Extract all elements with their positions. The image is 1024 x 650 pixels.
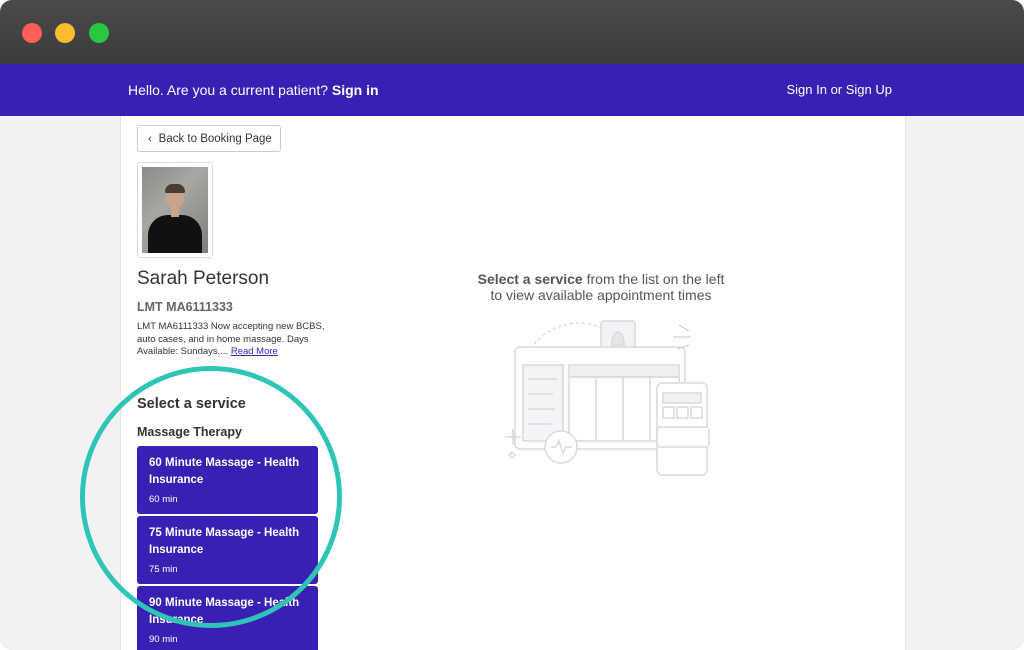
top-navbar: Hello. Are you a current patient? Sign i… (0, 64, 1024, 116)
sign-in-link[interactable]: Sign in (332, 82, 379, 98)
window-titlebar (0, 0, 1024, 64)
browser-window: Hello. Are you a current patient? Sign i… (0, 0, 1024, 650)
empty-state-line2: to view available appointment times (490, 287, 712, 303)
empty-state-bold: Select a service (477, 271, 583, 287)
service-duration: 75 min (149, 564, 178, 575)
provider-license: LMT MA6111333 (137, 300, 233, 314)
service-card-60[interactable]: 60 Minute Massage - Health Insurance 60 … (137, 446, 318, 514)
minimize-window-button[interactable] (55, 23, 75, 43)
service-card-75[interactable]: 75 Minute Massage - Health Insurance 75 … (137, 516, 318, 584)
provider-photo (142, 167, 208, 253)
calendar-illustration (505, 320, 710, 476)
empty-state-message: Select a service from the list on the le… (451, 271, 751, 303)
provider-avatar (137, 162, 213, 258)
service-name: 60 Minute Massage - Health Insurance (149, 457, 300, 486)
patient-greeting: Hello. Are you a current patient? Sign i… (128, 82, 379, 98)
greeting-text: Hello. Are you a current patient? (128, 82, 329, 98)
provider-name: Sarah Peterson (137, 268, 270, 289)
back-button-label: Back to Booking Page (158, 132, 272, 145)
booking-content: ‹ Back to Booking Page Sarah Peterson LM… (120, 116, 906, 650)
select-service-heading: Select a service (137, 396, 246, 412)
service-duration: 60 min (149, 494, 178, 505)
read-more-link[interactable]: Read More (231, 346, 278, 357)
chevron-left-icon: ‹ (148, 132, 152, 145)
service-name: 75 Minute Massage - Health Insurance (149, 527, 300, 556)
sign-up-link[interactable]: Sign In or Sign Up (786, 82, 892, 97)
service-card-90[interactable]: 90 Minute Massage - Health Insurance 90 … (137, 586, 318, 650)
provider-bio: LMT MA6111333 Now accepting new BCBS, au… (137, 321, 327, 359)
service-duration: 90 min (149, 634, 178, 645)
page-background: ‹ Back to Booking Page Sarah Peterson LM… (0, 116, 1024, 650)
maximize-window-button[interactable] (89, 23, 109, 43)
empty-state-line1: from the list on the left (586, 271, 725, 287)
service-name: 90 Minute Massage - Health Insurance (149, 597, 300, 626)
back-to-booking-button[interactable]: ‹ Back to Booking Page (137, 125, 281, 152)
service-category-heading: Massage Therapy (137, 425, 242, 439)
close-window-button[interactable] (22, 23, 42, 43)
